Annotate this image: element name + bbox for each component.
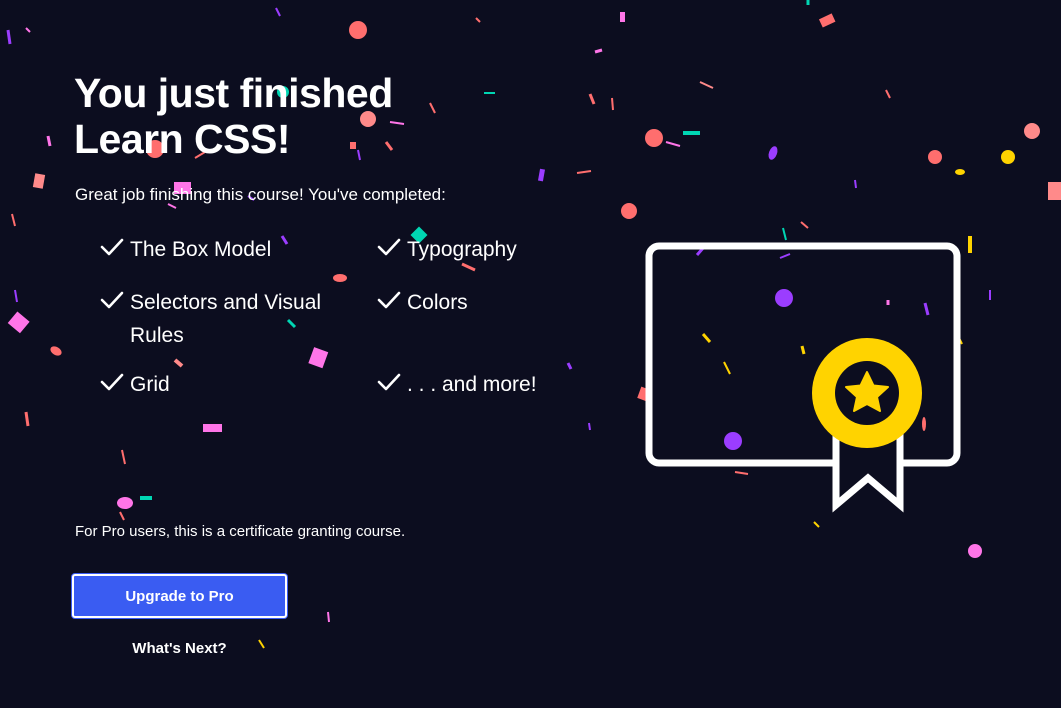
confetti-piece <box>885 89 891 99</box>
completed-topic-item: Typography <box>377 233 570 270</box>
confetti-piece <box>645 129 663 147</box>
check-icon <box>100 233 124 270</box>
confetti-piece <box>1048 182 1061 200</box>
confetti-piece <box>7 311 30 334</box>
confetti-piece <box>782 227 787 241</box>
completed-topic-item: Selectors and Visual Rules <box>100 286 377 352</box>
completed-topic-label: Colors <box>407 291 468 314</box>
confetti-piece <box>768 146 778 160</box>
confetti-piece <box>25 27 31 33</box>
confetti-piece <box>800 221 809 229</box>
confetti-piece <box>32 173 46 189</box>
confetti-piece <box>928 150 942 164</box>
pro-certificate-note: For Pro users, this is a certificate gra… <box>75 523 406 540</box>
confetti-piece <box>813 521 820 528</box>
confetti-piece <box>14 289 18 303</box>
confetti-piece <box>140 496 152 500</box>
confetti-piece <box>117 497 133 509</box>
certificate-frame <box>645 242 961 467</box>
completed-topic-item: Colors <box>377 286 570 352</box>
check-icon <box>100 368 124 405</box>
confetti-piece <box>6 29 12 45</box>
title-line-1: You just finished <box>74 70 393 116</box>
confetti-piece <box>537 168 545 182</box>
confetti-piece <box>576 170 592 174</box>
upgrade-to-pro-button[interactable]: Upgrade to Pro <box>72 574 287 618</box>
completed-topic-label: Grid <box>130 373 170 396</box>
confetti-piece <box>24 411 30 427</box>
confetti-piece <box>275 7 281 17</box>
confetti-piece <box>11 213 16 227</box>
title-line-2: Learn CSS! <box>74 116 290 162</box>
completed-topic-label: . . . and more! <box>407 373 537 396</box>
whats-next-link[interactable]: What's Next? <box>72 640 287 657</box>
confetti-piece <box>854 179 857 189</box>
check-icon <box>377 286 401 323</box>
confetti-piece <box>50 346 62 356</box>
confetti-piece <box>955 169 965 175</box>
confetti-piece <box>818 13 836 28</box>
confetti-piece <box>683 131 700 135</box>
confetti-piece <box>594 48 603 54</box>
confetti-piece <box>621 203 637 219</box>
confetti-piece <box>968 544 982 558</box>
completed-topic-item: . . . and more! <box>377 368 570 405</box>
confetti-piece <box>611 97 614 111</box>
check-icon <box>377 368 401 405</box>
completed-topic-label: Selectors and Visual Rules <box>130 291 322 347</box>
completed-topic-label: The Box Model <box>130 238 272 261</box>
confetti-piece <box>665 141 681 147</box>
completed-topic-item: The Box Model <box>100 233 377 270</box>
page-title: You just finished Learn CSS! <box>74 70 393 162</box>
confetti-piece <box>327 611 330 623</box>
certificate-icon <box>645 242 961 513</box>
confetti-piece <box>588 422 591 431</box>
confetti-piece <box>1024 123 1040 139</box>
confetti-piece <box>121 449 126 465</box>
completion-subtitle: Great job finishing this course! You've … <box>75 185 446 204</box>
check-icon <box>377 233 401 270</box>
confetti-piece <box>119 511 125 521</box>
check-icon <box>100 286 124 323</box>
completed-topic-item: Grid <box>100 368 377 405</box>
course-complete-page: You just finished Learn CSS! Great job f… <box>0 0 1061 708</box>
confetti-piece <box>1001 150 1015 164</box>
confetti-piece <box>429 102 436 114</box>
confetti-piece <box>699 81 714 89</box>
confetti-piece <box>203 424 222 432</box>
confetti-piece <box>46 135 52 147</box>
completed-topic-label: Typography <box>407 238 517 261</box>
confetti-piece <box>620 12 625 22</box>
confetti-piece <box>588 93 596 105</box>
confetti-piece <box>349 21 367 39</box>
confetti-piece <box>475 17 481 23</box>
completed-topics-list: The Box Model Typography Selectors and V… <box>100 233 570 405</box>
